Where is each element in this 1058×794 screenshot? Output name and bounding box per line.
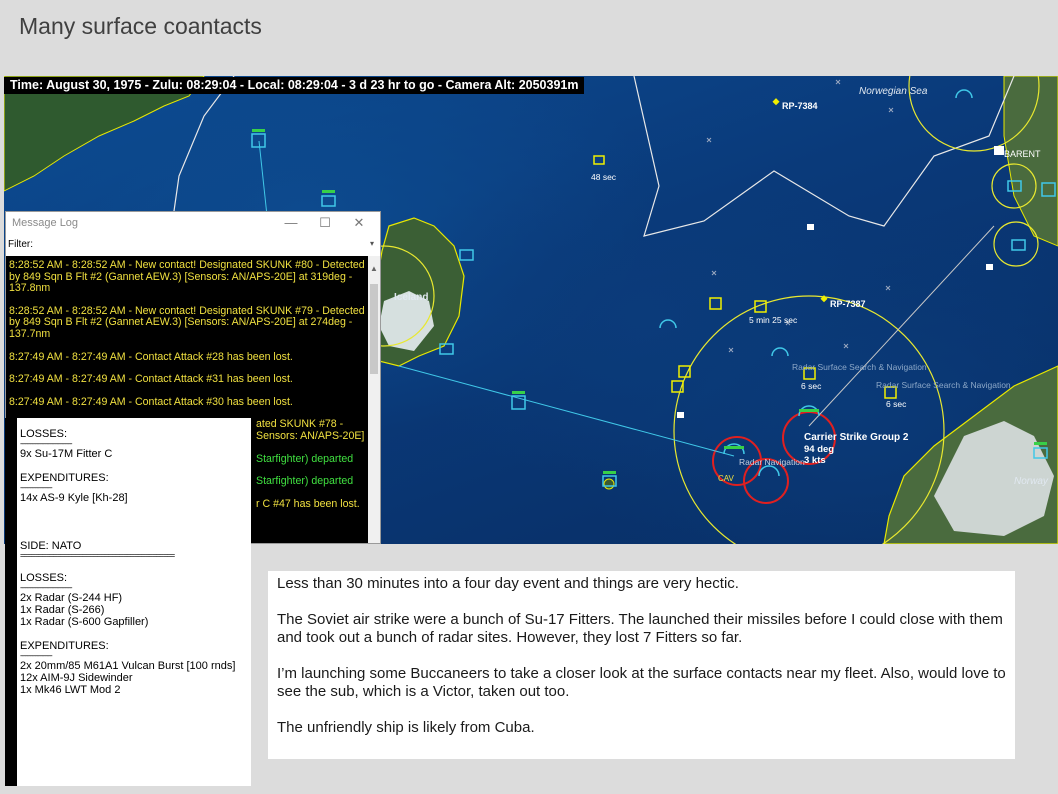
scroll-up-icon[interactable]: ▲: [370, 264, 378, 273]
message-item: 8:27:49 AM - 8:27:49 AM - Contact Attack…: [9, 373, 293, 386]
label-radar-1: Radar Surface Search & Navigation: [792, 362, 927, 372]
track-line-3: [808, 225, 995, 427]
label-heading: 94 deg: [804, 444, 835, 455]
losses-line: -------------------: [20, 652, 53, 660]
maximize-icon[interactable]: ☐: [308, 214, 342, 232]
filter-label: Filter:: [8, 238, 33, 250]
label-6-sec-b: 6 sec: [886, 399, 907, 409]
label-48-sec: 48 sec: [591, 172, 617, 182]
losses-line: 1x Radar (S-600 Gapfiller): [20, 616, 149, 628]
label-speed: 3 kts: [804, 455, 826, 466]
label-norway: Norway: [1014, 476, 1048, 487]
faroe-islands: [603, 478, 615, 490]
message-item: 8:28:52 AM - 8:28:52 AM - New contact! D…: [9, 304, 368, 340]
message-item: 8:27:49 AM - 8:27:49 AM - Contact Attack…: [9, 395, 293, 408]
reference-marks: [706, 79, 894, 353]
scroll-thumb[interactable]: [370, 284, 378, 374]
commentary-paragraph: The unfriendly ship is likely from Cuba.: [277, 719, 535, 736]
filter-row: Filter: ▾: [6, 234, 380, 254]
label-radar-2: Radar Surface Search & Navigation: [876, 380, 1011, 390]
label-iceland: Iceland: [394, 292, 429, 303]
log-left-strip: [5, 418, 17, 786]
message-log-title: Message Log: [12, 217, 79, 229]
losses-line: -------------------: [20, 484, 53, 492]
losses-line: EXPENDITURES:: [20, 472, 109, 484]
losses-line: 12x AIM-9J Sidewinder: [20, 672, 133, 684]
message-log-titlebar[interactable]: Message Log — ☐ ✕: [6, 212, 380, 234]
losses-line: 14x AS-9 Kyle [Kh-28]: [20, 492, 128, 504]
losses-line: -------------------------------: [20, 584, 73, 592]
losses-line: 2x Radar (S-244 HF): [20, 592, 123, 604]
losses-line: 1x Radar (S-266): [20, 604, 105, 616]
label-5min25sec: 5 min 25 sec: [749, 315, 798, 325]
commentary-paragraph: The Soviet air strike were a bunch of Su…: [277, 611, 1003, 646]
minimize-icon[interactable]: —: [274, 214, 308, 232]
losses-line: LOSSES:: [20, 572, 68, 584]
label-carrier-strike-group[interactable]: Carrier Strike Group 2: [804, 432, 908, 443]
message-log-scrollbar[interactable]: ▲: [368, 256, 380, 543]
losses-line: ========================================…: [20, 552, 175, 560]
message-item: 8:28:52 AM - 8:28:52 AM - New contact! D…: [9, 259, 368, 295]
label-radar-3: Radar Navigation: [739, 457, 805, 467]
rp-7384-marker: [772, 98, 780, 106]
close-icon[interactable]: ✕: [342, 214, 376, 232]
losses-line: EXPENDITURES:: [20, 640, 109, 652]
north-norway: [1003, 76, 1058, 247]
losses-line: LOSSES:: [20, 428, 68, 440]
losses-line: -------------------------------: [20, 440, 73, 448]
losses-line: 9x Su-17M Fitter C: [20, 448, 113, 460]
range-ring-ne2: [993, 221, 1039, 267]
label-cav: CAV: [718, 474, 734, 483]
losses-line: 1x Mk46 LWT Mod 2: [20, 684, 121, 696]
label-barents: BARENT: [1004, 149, 1041, 159]
lock-markers: [677, 146, 1004, 418]
filter-dropdown-icon[interactable]: ▾: [370, 239, 378, 249]
page-title: Many surface coantacts: [19, 13, 262, 39]
label-rp-7387: RP-7387: [830, 299, 866, 309]
label-6-sec-a: 6 sec: [801, 381, 822, 391]
message-item: 8:27:49 AM - 8:27:49 AM - Contact Attack…: [9, 350, 293, 363]
losses-line: SIDE: NATO: [20, 540, 82, 552]
losses-panel: LOSSES: ------------------------------- …: [17, 418, 251, 786]
commentary-paragraph: I’m launching some Buccaneers to take a …: [277, 665, 1006, 700]
losses-line: 2x 20mm/85 M61A1 Vulcan Burst [100 rnds]: [20, 660, 236, 672]
commentary-paragraph: Less than 30 minutes into a four day eve…: [277, 575, 739, 592]
commentary-box: Less than 30 minutes into a four day eve…: [268, 571, 1015, 759]
label-norwegian-sea: Norwegian Sea: [859, 86, 928, 97]
label-rp-7384: RP-7384: [782, 101, 818, 111]
status-bar: Time: August 30, 1975 - Zulu: 08:29:04 -…: [4, 77, 585, 94]
